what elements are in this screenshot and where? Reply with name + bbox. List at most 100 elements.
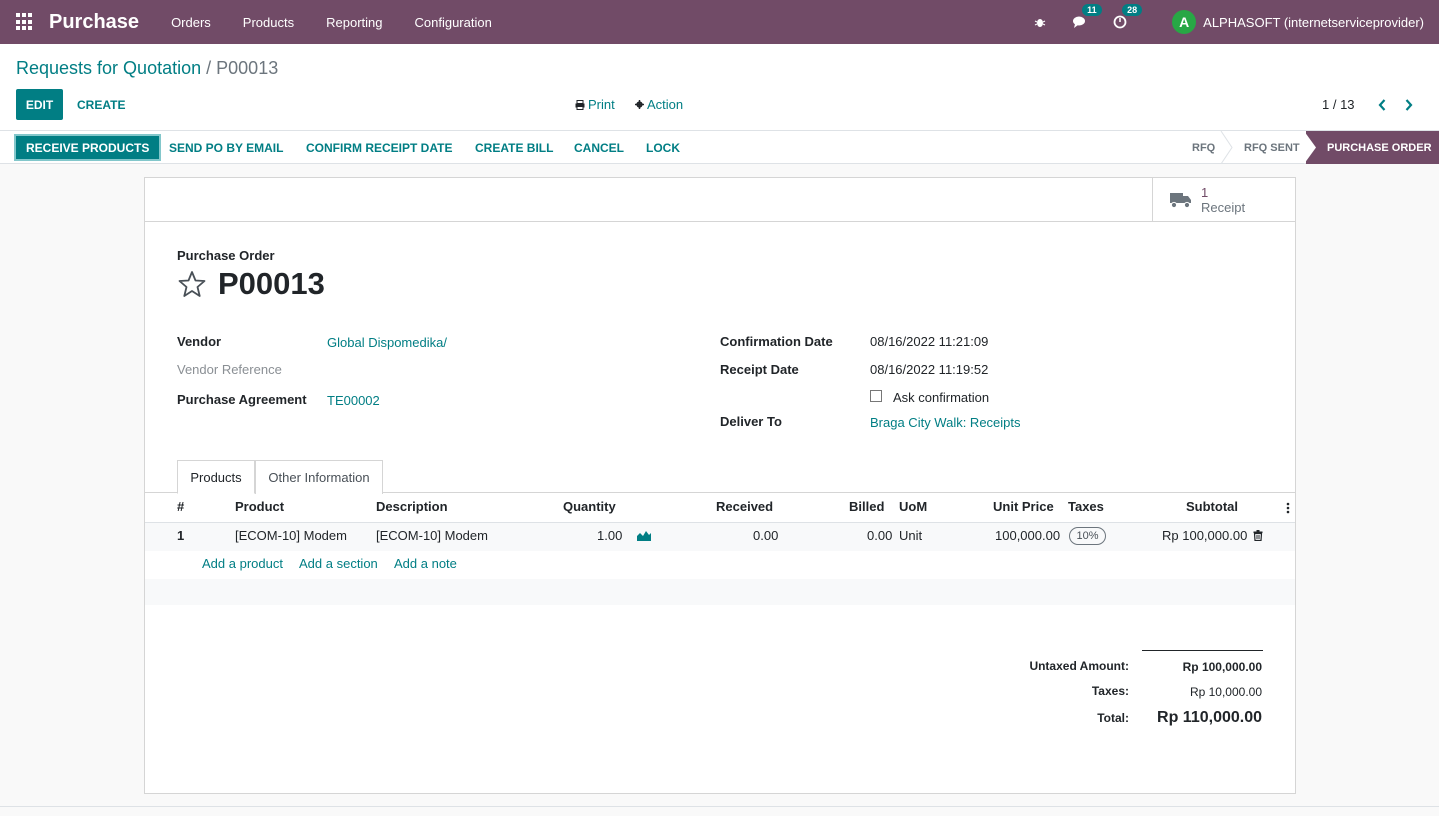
- avatar[interactable]: A: [1172, 10, 1197, 34]
- vendor-reference-label: Vendor Reference: [177, 362, 282, 377]
- pager-previous-button[interactable]: [1372, 89, 1392, 120]
- row-product[interactable]: [ECOM-10] Modem: [235, 528, 347, 543]
- messages-icon[interactable]: 11: [1072, 4, 1102, 30]
- col-header-billed[interactable]: Billed: [849, 499, 884, 514]
- row-uom[interactable]: Unit: [899, 528, 922, 543]
- notebook-tabs: Products Other Information: [145, 459, 1295, 494]
- receipt-date-label: Receipt Date: [720, 362, 799, 377]
- star-icon[interactable]: [177, 270, 207, 298]
- stage-arrow-icon: [1220, 131, 1233, 164]
- stage-arrow-active-icon: [1304, 131, 1316, 164]
- total-value: Rp 110,000.00: [1157, 709, 1262, 726]
- col-header-quantity[interactable]: Quantity: [563, 499, 616, 514]
- col-header-uom[interactable]: UoM: [899, 499, 927, 514]
- row-description[interactable]: [ECOM-10] Modem: [376, 528, 488, 543]
- confirm-receipt-date-button[interactable]: CONFIRM RECEIPT DATE: [296, 134, 462, 161]
- stage-rfq-sent[interactable]: RFQ SENT: [1244, 131, 1300, 164]
- forecast-chart-icon[interactable]: [637, 530, 651, 541]
- action-menu[interactable]: Action: [635, 89, 683, 120]
- total-label: Total:: [1097, 711, 1129, 725]
- lock-button[interactable]: LOCK: [636, 134, 690, 161]
- col-header-received[interactable]: Received: [716, 499, 773, 514]
- form-statusbar: RECEIVE PRODUCTS SEND PO BY EMAIL CONFIR…: [0, 131, 1439, 164]
- bug-icon[interactable]: [1032, 14, 1048, 30]
- activities-icon[interactable]: 28: [1112, 4, 1143, 30]
- print-label: Print: [588, 97, 615, 112]
- add-product-link[interactable]: Add a product: [202, 556, 283, 571]
- untaxed-amount-label: Untaxed Amount:: [1029, 659, 1129, 673]
- action-label: Action: [647, 97, 684, 112]
- user-name[interactable]: ALPHASOFT (internetserviceprovider): [1203, 15, 1424, 30]
- messages-badge: 11: [1082, 4, 1102, 16]
- menu-orders[interactable]: Orders: [155, 15, 227, 30]
- taxes-value: Rp 10,000.00: [1189, 685, 1262, 699]
- optional-columns-icon[interactable]: [1286, 502, 1290, 514]
- stage-purchase-order: PURCHASE ORDER: [1306, 131, 1439, 164]
- form-sheet: 1 Receipt Purchase Order P00013 Vendor G…: [144, 177, 1296, 794]
- pager-value[interactable]: 1 / 13: [1322, 89, 1355, 120]
- gear-icon: [635, 100, 644, 109]
- pager-next-button[interactable]: [1399, 89, 1419, 120]
- purchase-agreement-label: Purchase Agreement: [177, 392, 307, 407]
- top-navbar: Purchase Orders Products Reporting Confi…: [0, 0, 1439, 44]
- create-button[interactable]: CREATE: [77, 89, 125, 120]
- send-po-by-email-button[interactable]: SEND PO BY EMAIL: [159, 134, 293, 161]
- trash-icon[interactable]: [1253, 530, 1263, 541]
- chevron-right-icon: [1405, 98, 1413, 111]
- vendor-field[interactable]: Global Dispomedika/: [327, 335, 447, 350]
- activities-badge: 28: [1122, 4, 1143, 16]
- purchase-agreement-field[interactable]: TE00002: [327, 393, 380, 408]
- totals-divider: [1142, 650, 1263, 651]
- add-note-link[interactable]: Add a note: [394, 556, 457, 571]
- breadcrumb: Requests for Quotation / P00013: [16, 58, 278, 79]
- untaxed-amount-value: Rp 100,000.00: [1182, 660, 1262, 674]
- breadcrumb-current: P00013: [216, 58, 279, 78]
- create-bill-button[interactable]: CREATE BILL: [465, 134, 563, 161]
- col-header-seq: #: [177, 499, 185, 514]
- row-unit-price[interactable]: 100,000.00: [995, 528, 1060, 543]
- vendor-label: Vendor: [177, 334, 222, 349]
- receipt-label: Receipt: [1201, 200, 1246, 215]
- deliver-to-field[interactable]: Braga City Walk: Receipts: [870, 415, 1021, 430]
- control-panel: Requests for Quotation / P00013 EDIT CRE…: [0, 44, 1439, 131]
- receipt-smart-button[interactable]: 1 Receipt: [1152, 178, 1295, 221]
- menu-products[interactable]: Products: [227, 15, 310, 30]
- breadcrumb-separator: /: [206, 58, 212, 78]
- row-billed: 0.00: [867, 528, 893, 543]
- menu-reporting[interactable]: Reporting: [310, 15, 398, 30]
- print-icon: [575, 99, 585, 110]
- app-name[interactable]: Purchase: [49, 11, 139, 34]
- print-menu[interactable]: Print: [575, 89, 615, 120]
- col-header-unit-price[interactable]: Unit Price: [993, 499, 1054, 514]
- document-type-label: Purchase Order: [177, 248, 275, 263]
- edit-button[interactable]: EDIT: [16, 89, 63, 120]
- row-subtotal: Rp 100,000.00: [1162, 528, 1248, 543]
- row-tax-badge[interactable]: 10%: [1069, 527, 1106, 545]
- apps-menu-icon[interactable]: [16, 13, 34, 31]
- col-header-subtotal[interactable]: Subtotal: [1186, 499, 1238, 514]
- col-header-product[interactable]: Product: [235, 499, 284, 514]
- row-received: 0.00: [753, 528, 779, 543]
- empty-row: [145, 579, 1295, 605]
- breadcrumb-parent[interactable]: Requests for Quotation: [16, 58, 201, 78]
- taxes-label: Taxes:: [1091, 684, 1129, 698]
- row-quantity[interactable]: 1.00: [597, 528, 622, 543]
- tab-other-information[interactable]: Other Information: [255, 460, 383, 494]
- ask-confirmation-label: Ask confirmation: [893, 390, 990, 405]
- ask-confirmation-checkbox[interactable]: [870, 390, 882, 402]
- tab-products[interactable]: Products: [177, 460, 255, 494]
- receipt-count: 1: [1201, 185, 1209, 200]
- col-header-taxes[interactable]: Taxes: [1068, 499, 1104, 514]
- col-header-description[interactable]: Description: [376, 499, 448, 514]
- menu-configuration[interactable]: Configuration: [398, 15, 507, 30]
- deliver-to-label: Deliver To: [720, 414, 782, 429]
- confirmation-date-value: 08/16/2022 11:21:09: [870, 334, 989, 349]
- add-section-link[interactable]: Add a section: [299, 556, 378, 571]
- order-reference: P00013: [218, 266, 325, 301]
- receipt-date-value: 08/16/2022 11:19:52: [870, 362, 989, 377]
- row-seq: 1: [177, 528, 185, 543]
- stage-rfq[interactable]: RFQ: [1192, 131, 1215, 164]
- cancel-button[interactable]: CANCEL: [564, 134, 634, 161]
- confirmation-date-label: Confirmation Date: [720, 334, 833, 349]
- receive-products-button[interactable]: RECEIVE PRODUCTS: [14, 134, 162, 161]
